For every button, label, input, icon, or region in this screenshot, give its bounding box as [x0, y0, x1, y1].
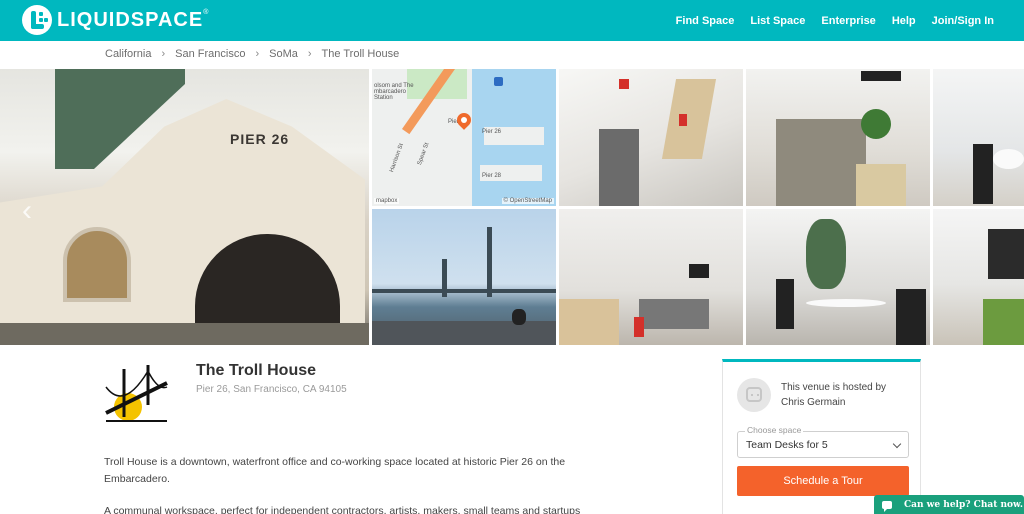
host-intro: This venue is hosted by	[781, 382, 887, 393]
breadcrumb-san-francisco[interactable]: San Francisco	[175, 48, 245, 60]
host-name[interactable]: Chris Germain	[781, 397, 845, 408]
chat-bubble-icon	[882, 500, 892, 512]
chevron-down-icon	[892, 439, 902, 449]
map-provider-badge: mapbox	[374, 198, 400, 204]
gallery-prev-icon[interactable]: ‹	[22, 194, 32, 228]
hero-photo-pier-26[interactable]: PIER 26 ‹	[0, 69, 369, 345]
venue-title: The Troll House	[196, 362, 317, 379]
highway-shield-icon	[494, 77, 503, 86]
liquidspace-logo-icon	[22, 5, 52, 35]
logo-wordmark: LIQUIDSPACE®	[57, 8, 210, 31]
breadcrumb-separator-icon: ›	[307, 48, 312, 60]
venue-logo	[104, 361, 169, 426]
breadcrumb-soma[interactable]: SoMa	[269, 48, 298, 60]
gallery-photo-6[interactable]	[933, 209, 1024, 345]
venue-description: Troll House is a downtown, waterfront of…	[104, 456, 566, 485]
host-avatar-icon	[737, 378, 771, 412]
breadcrumb-current: The Troll House	[321, 48, 400, 60]
main-nav: Find Space List Space Enterprise Help Jo…	[676, 0, 1024, 41]
breadcrumb-separator-icon: ›	[255, 48, 260, 60]
booking-card: This venue is hosted by Chris Germain Ch…	[722, 359, 921, 514]
photo-gallery: PIER 26 ‹ olsom and The mbarcadero Stati…	[0, 69, 1024, 345]
nav-find-space[interactable]: Find Space	[676, 15, 735, 27]
gallery-photo-2[interactable]	[746, 69, 930, 206]
nav-enterprise[interactable]: Enterprise	[821, 15, 875, 27]
liquidspace-logo[interactable]: LIQUIDSPACE®	[22, 4, 209, 36]
breadcrumb-california[interactable]: California	[105, 48, 151, 60]
gallery-photo-1[interactable]	[559, 69, 743, 206]
nav-join-sign-in[interactable]: Join/Sign In	[932, 15, 994, 27]
map-attribution[interactable]: © OpenStreetMap	[501, 198, 554, 204]
selected-space: Team Desks for 5	[746, 439, 828, 451]
pier-sign: PIER 26	[230, 131, 290, 147]
gallery-photo-4[interactable]	[559, 209, 743, 345]
breadcrumb-separator-icon: ›	[161, 48, 166, 60]
breadcrumb: California › San Francisco › SoMa › The …	[105, 48, 399, 60]
chat-label: Can we help? Chat now.	[904, 499, 1024, 510]
top-navigation-bar: LIQUIDSPACE® Find Space List Space Enter…	[0, 0, 1024, 41]
location-map[interactable]: olsom and The mbarcadero Station Harriso…	[372, 69, 556, 206]
gallery-photo-3[interactable]	[933, 69, 1024, 206]
venue-description-continued: A communal workspace, perfect for indepe…	[104, 505, 581, 514]
nav-help[interactable]: Help	[892, 15, 916, 27]
street-ground	[0, 323, 369, 345]
venue-address: Pier 26, San Francisco, CA 94105	[196, 384, 347, 395]
gallery-photo-bay-bridge[interactable]	[372, 209, 556, 345]
schedule-tour-button[interactable]: Schedule a Tour	[737, 466, 909, 496]
arched-window	[63, 227, 131, 302]
chat-widget[interactable]: Can we help? Chat now.	[874, 495, 1024, 514]
nav-list-space[interactable]: List Space	[750, 15, 805, 27]
choose-space-select[interactable]: Team Desks for 5	[737, 431, 909, 458]
choose-space-label: Choose space	[745, 425, 804, 435]
gallery-photo-5[interactable]	[746, 209, 930, 345]
